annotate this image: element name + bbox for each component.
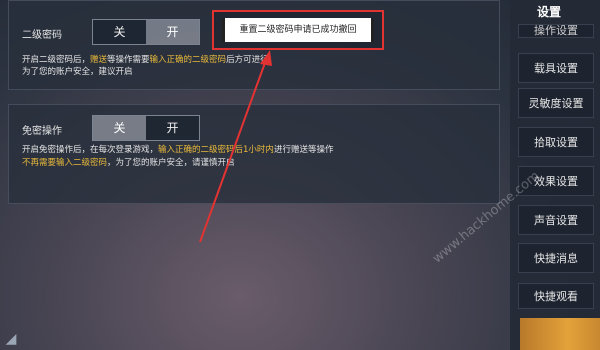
sidebar-item-sensitivity[interactable]: 灵敏度设置 [518, 88, 594, 118]
bottom-right-strip [520, 318, 600, 350]
sidebar-item-vehicle[interactable]: 载具设置 [518, 53, 594, 83]
sidebar-item-quick-view[interactable]: 快捷观看 [518, 283, 594, 309]
sidebar-item-controls[interactable]: 操作设置 [518, 24, 594, 38]
sidebar-item-sound[interactable]: 声音设置 [518, 205, 594, 235]
sidebar-item-pickup[interactable]: 拾取设置 [518, 127, 594, 157]
corner-icon: ◢ [5, 331, 17, 347]
sidebar-header: 设置 [536, 5, 561, 19]
sidebar-item-quick-message[interactable]: 快捷消息 [518, 243, 594, 273]
